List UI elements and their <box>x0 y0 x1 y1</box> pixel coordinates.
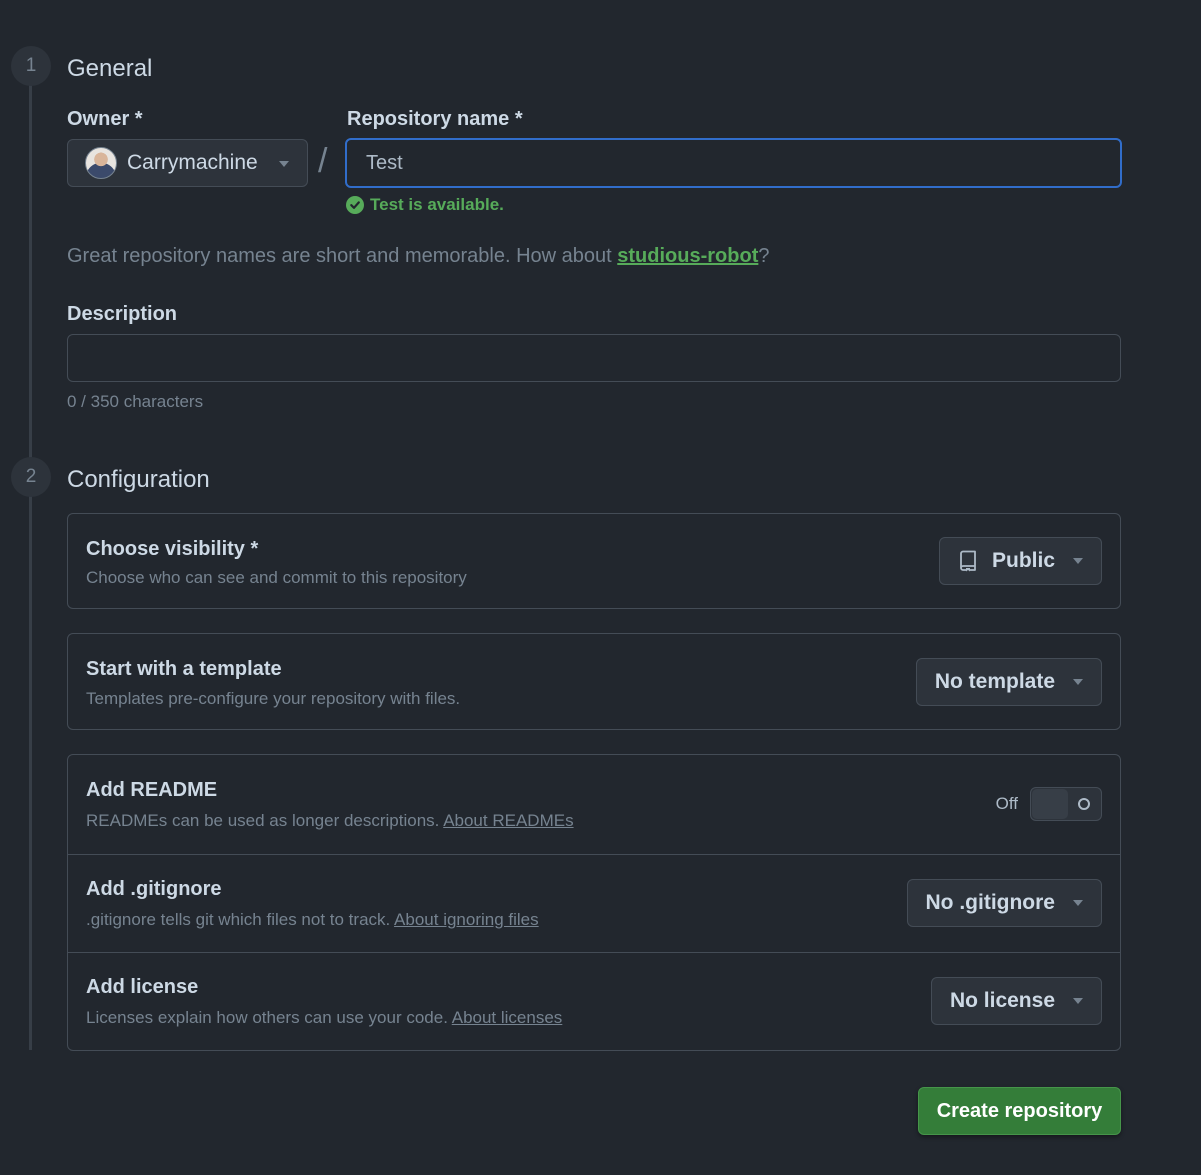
gitignore-title: Add .gitignore <box>86 878 222 900</box>
readme-description-text: READMEs can be used as longer descriptio… <box>86 811 444 830</box>
owner-repo-separator: / <box>318 142 328 180</box>
gitignore-row: Add .gitignore .gitignore tells git whic… <box>68 854 1120 952</box>
chevron-down-icon <box>279 161 289 167</box>
gitignore-description-text: .gitignore tells git which files not to … <box>86 910 395 929</box>
readme-title: Add README <box>86 779 218 801</box>
readme-toggle[interactable] <box>1030 787 1102 821</box>
chevron-down-icon <box>1073 558 1083 564</box>
visibility-dropdown[interactable]: Public <box>938 537 1102 585</box>
toggle-knob <box>1032 789 1068 819</box>
readme-description: READMEs can be used as longer descriptio… <box>86 811 574 831</box>
about-ignoring-files-link[interactable]: About ignoring files <box>394 910 539 929</box>
section-title-general: General <box>67 55 153 82</box>
name-suggestion-hint: Great repository names are short and mem… <box>67 245 769 268</box>
about-licenses-link[interactable]: About licenses <box>452 1008 563 1027</box>
owner-name: Carrymachine <box>127 151 258 174</box>
chevron-down-icon <box>1073 679 1083 685</box>
template-description: Templates pre-configure your repository … <box>86 689 461 708</box>
step-number-general: 1 <box>11 46 51 86</box>
description-char-counter: 0 / 350 characters <box>67 392 204 411</box>
create-repo-form: 1 General Owner * Repository name * Carr… <box>0 0 1201 1175</box>
hint-suffix: ? <box>758 245 770 267</box>
availability-text: Test is available. <box>370 195 504 214</box>
create-repository-button[interactable]: Create repository <box>918 1087 1121 1135</box>
gitignore-description: .gitignore tells git which files not to … <box>86 910 539 930</box>
description-input[interactable] <box>67 334 1121 382</box>
check-circle-icon <box>346 196 364 214</box>
hint-prefix: Great repository names are short and mem… <box>67 245 618 267</box>
readme-row: Add README READMEs can be used as longer… <box>68 755 1120 854</box>
step-rail <box>29 84 32 1050</box>
availability-status: Test is available. <box>346 195 504 215</box>
repo-name-input[interactable] <box>345 138 1122 188</box>
readme-toggle-state-label: Off <box>995 794 1018 813</box>
suggested-name-link[interactable]: studious-robot <box>617 245 758 267</box>
repo-icon <box>958 550 978 572</box>
template-value: No template <box>934 670 1055 693</box>
visibility-card: Choose visibility * Choose who can see a… <box>67 513 1121 609</box>
chevron-down-icon <box>1073 900 1083 906</box>
visibility-value: Public <box>991 549 1055 572</box>
description-label: Description <box>67 303 178 325</box>
section-title-configuration: Configuration <box>67 466 210 493</box>
visibility-description: Choose who can see and commit to this re… <box>86 568 467 587</box>
about-readmes-link[interactable]: About READMEs <box>443 811 573 830</box>
license-row: Add license Licenses explain how others … <box>68 952 1120 1050</box>
owner-select[interactable]: Carrymachine <box>67 139 308 187</box>
visibility-title: Choose visibility * <box>86 538 259 560</box>
license-title: Add license <box>86 976 199 998</box>
license-dropdown[interactable]: No license <box>930 977 1102 1025</box>
avatar <box>85 147 117 179</box>
template-title: Start with a template <box>86 658 282 680</box>
template-dropdown[interactable]: No template <box>915 658 1102 706</box>
toggle-off-icon <box>1078 798 1090 810</box>
initialize-options-card: Add README READMEs can be used as longer… <box>67 754 1121 1051</box>
license-description-text: Licenses explain how others can use your… <box>86 1008 452 1027</box>
chevron-down-icon <box>1073 998 1083 1004</box>
repo-name-label: Repository name * <box>347 108 523 130</box>
gitignore-dropdown[interactable]: No .gitignore <box>906 879 1102 927</box>
readme-toggle-group: Off <box>996 787 1102 821</box>
owner-label: Owner * <box>67 108 143 130</box>
license-value: No license <box>949 989 1055 1012</box>
step-number-configuration: 2 <box>11 457 51 497</box>
gitignore-value: No .gitignore <box>925 891 1056 914</box>
license-description: Licenses explain how others can use your… <box>86 1008 562 1028</box>
template-card: Start with a template Templates pre-conf… <box>67 633 1121 730</box>
